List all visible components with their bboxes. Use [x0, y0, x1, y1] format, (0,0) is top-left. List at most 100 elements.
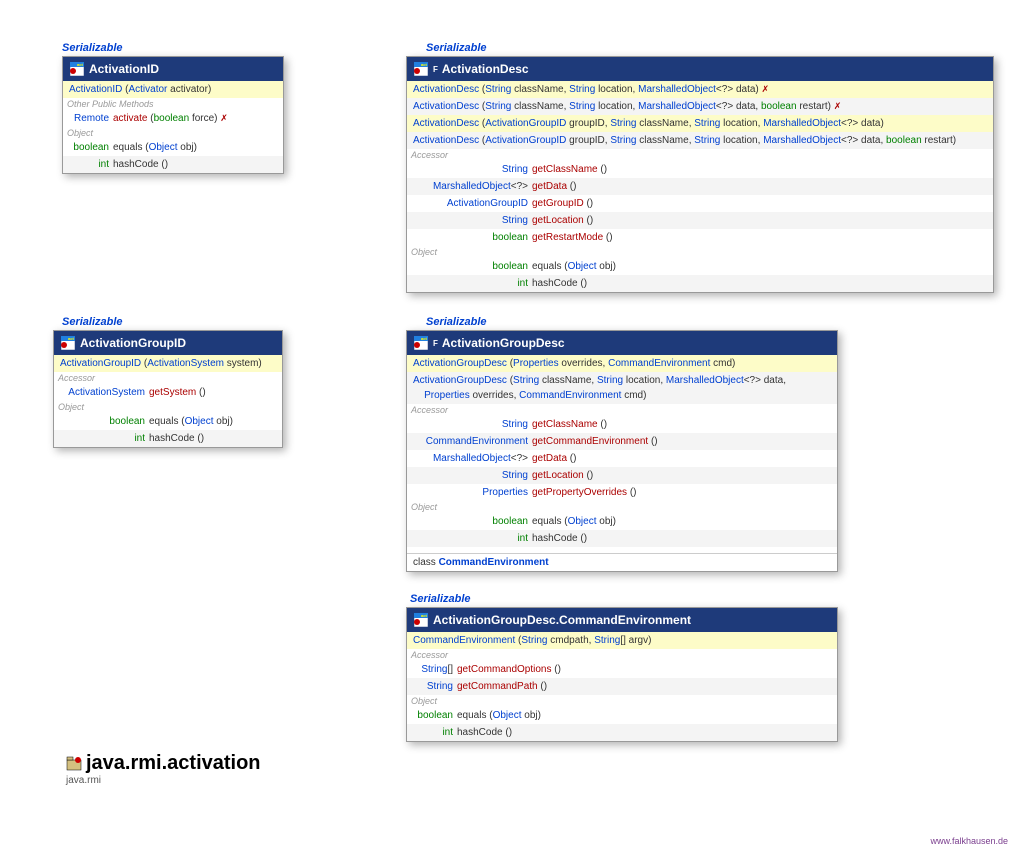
method-row: inthashCode () [54, 430, 282, 447]
method-row: inthashCode () [407, 275, 993, 292]
method-row: ActivationSystemgetSystem () [54, 384, 282, 401]
class-icon: act [60, 335, 76, 351]
method-row: StringgetCommandPath () [407, 678, 837, 695]
modifier: F [433, 65, 438, 74]
class-title: ActivationGroupDesc [442, 336, 565, 350]
method-sig: getCommandEnvironment () [532, 434, 831, 449]
section-label: Accessor [407, 404, 837, 416]
class-ActivationID: actActivationIDActivationID (Activator a… [62, 56, 284, 174]
svg-text:act: act [68, 336, 74, 341]
package-label: java.rmi.activation java.rmi [66, 752, 261, 786]
card-header: act F ActivationGroupDesc [407, 331, 837, 355]
return-type: boolean [413, 708, 457, 723]
section-label: Object [407, 695, 837, 707]
class-ActivationGroupDesc: act F ActivationGroupDesc ActivationGroupDe… [406, 330, 838, 572]
method-sig: getRestartMode () [532, 230, 987, 245]
method-row: inthashCode () [407, 530, 837, 547]
method-row: booleanequals (Object obj) [407, 707, 837, 724]
svg-text:act: act [421, 62, 427, 67]
return-type: String [413, 468, 532, 483]
return-type: CommandEnvironment [413, 434, 532, 449]
svg-text:act: act [421, 613, 427, 618]
method-sig: hashCode () [149, 431, 276, 446]
method-sig: getData () [532, 179, 987, 194]
method-sig: getLocation () [532, 213, 987, 228]
method-sig: getCommandPath () [457, 679, 831, 694]
class-title: ActivationGroupID [80, 336, 186, 350]
method-sig: equals (Object obj) [457, 708, 831, 723]
return-type: Properties [413, 485, 532, 500]
section-label: Accessor [407, 649, 837, 661]
method-sig: equals (Object obj) [532, 514, 831, 529]
class-icon: act [413, 61, 429, 77]
method-row: booleangetRestartMode () [407, 229, 993, 246]
return-type: ActivationGroupID [413, 196, 532, 211]
method-sig: getLocation () [532, 468, 831, 483]
stereotype-label: Serializable [62, 316, 123, 328]
return-type: MarshalledObject<?> [413, 179, 532, 194]
method-row: Remoteactivate (boolean force) ✗ [63, 110, 283, 127]
constructor-row: ActivationDesc (String className, String… [407, 81, 993, 98]
method-row: PropertiesgetPropertyOverrides () [407, 484, 837, 501]
card-header: actActivationID [63, 57, 283, 81]
constructor-block: ActivationDesc (String className, String… [407, 81, 993, 149]
method-row: booleanequals (Object obj) [63, 139, 283, 156]
constructor-block: ActivationID (Activator activator) [63, 81, 283, 98]
method-row: booleanequals (Object obj) [407, 513, 837, 530]
class-icon: act [69, 61, 85, 77]
constructor-row: ActivationDesc (String className, String… [407, 98, 993, 115]
method-sig: getClassName () [532, 417, 831, 432]
footer-credit: www.falkhausen.de [930, 836, 1008, 846]
stereotype-label: Serializable [410, 593, 471, 605]
section-label: Other Public Methods [63, 98, 283, 110]
method-sig: equals (Object obj) [532, 259, 987, 274]
return-type: boolean [413, 259, 532, 274]
constructor-row: ActivationID (Activator activator) [63, 81, 283, 98]
stereotype-label: Serializable [426, 42, 487, 54]
method-row: MarshalledObject<?>getData () [407, 450, 837, 467]
method-sig: hashCode () [532, 276, 987, 291]
constructor-block: ActivationGroupDesc (Properties override… [407, 355, 837, 404]
class-ActivationDesc: act F ActivationDesc ActivationDesc (String… [406, 56, 994, 293]
return-type: int [413, 531, 532, 546]
method-sig: activate (boolean force) ✗ [113, 111, 277, 126]
modifier: F [433, 339, 438, 348]
return-type: String [413, 162, 532, 177]
method-row: StringgetClassName () [407, 161, 993, 178]
class-icon: act [413, 612, 429, 628]
card-header: act ActivationGroupDesc.CommandEnvironmen… [407, 608, 837, 632]
package-name: java.rmi.activation [86, 752, 261, 775]
method-row: booleanequals (Object obj) [407, 258, 993, 275]
method-row: booleanequals (Object obj) [54, 413, 282, 430]
method-row: inthashCode () [63, 156, 283, 173]
class-icon: act [413, 335, 429, 351]
method-sig: getClassName () [532, 162, 987, 177]
nested-class: class CommandEnvironment [407, 553, 837, 571]
card-header: act F ActivationDesc [407, 57, 993, 81]
return-type: boolean [413, 514, 532, 529]
stereotype-label: Serializable [62, 42, 123, 54]
method-sig: equals (Object obj) [149, 414, 276, 429]
section-label: Object [407, 246, 993, 258]
method-sig: getCommandOptions () [457, 662, 831, 677]
svg-text:act: act [421, 336, 427, 341]
package-icon [66, 756, 82, 772]
return-type: String [413, 679, 457, 694]
method-sig: hashCode () [532, 531, 831, 546]
constructor-block: ActivationGroupID (ActivationSystem syst… [54, 355, 282, 372]
return-type: ActivationSystem [60, 385, 149, 400]
method-sig: equals (Object obj) [113, 140, 277, 155]
section-label: Object [63, 127, 283, 139]
class-title: ActivationGroupDesc.CommandEnvironment [433, 613, 691, 627]
class-title: ActivationDesc [442, 62, 529, 76]
section-label: Object [407, 501, 837, 513]
method-row: StringgetLocation () [407, 467, 837, 484]
return-type: boolean [69, 140, 113, 155]
return-type: MarshalledObject<?> [413, 451, 532, 466]
section-label: Accessor [407, 149, 993, 161]
return-type: int [413, 725, 457, 740]
constructor-row: CommandEnvironment (String cmdpath, Stri… [407, 632, 837, 649]
method-sig: getGroupID () [532, 196, 987, 211]
method-row: StringgetClassName () [407, 416, 837, 433]
section-label: Accessor [54, 372, 282, 384]
